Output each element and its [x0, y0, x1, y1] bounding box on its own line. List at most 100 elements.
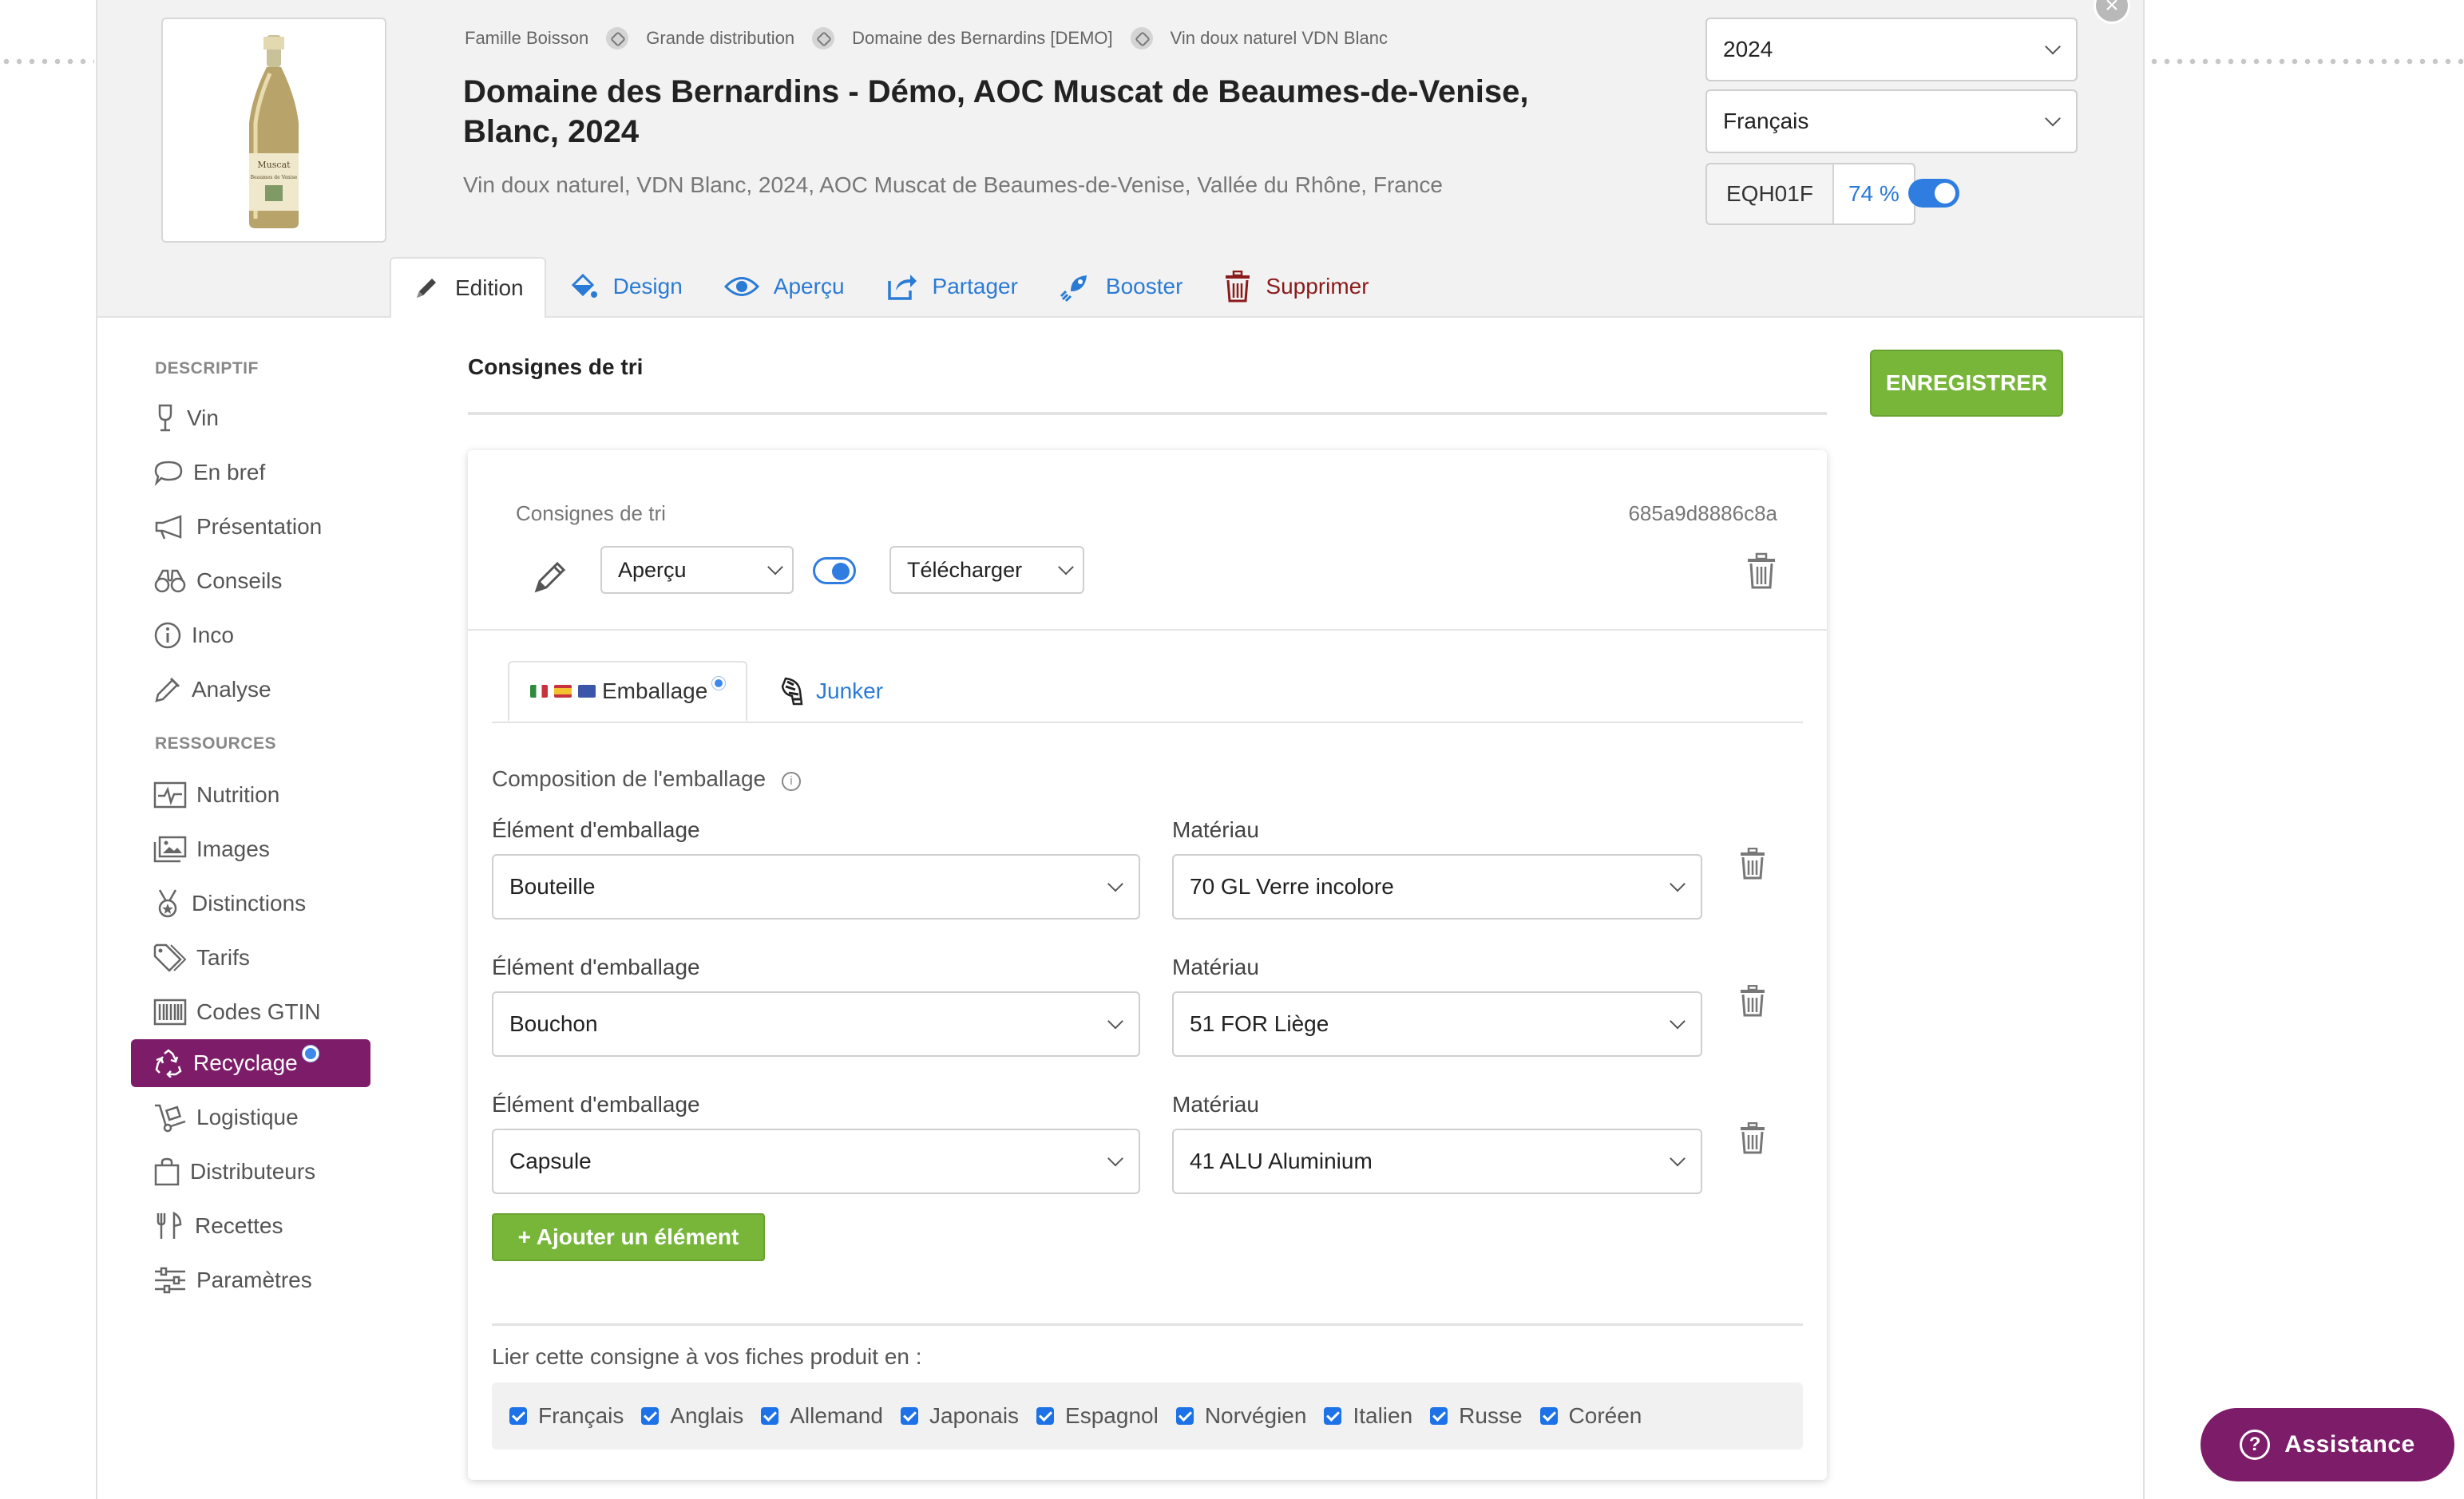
- material-label: Matériau: [1172, 1092, 1259, 1117]
- checkbox-anglais[interactable]: Anglais: [641, 1403, 743, 1429]
- wine-bottle-image: Muscat Beaumes de Venise: [249, 35, 299, 228]
- sidebar-item-presentation[interactable]: Présentation: [131, 503, 370, 551]
- sidebar-item-logistique[interactable]: Logistique: [131, 1094, 370, 1141]
- checkbox-italien[interactable]: Italien: [1324, 1403, 1412, 1429]
- assistance-label: Assistance: [2284, 1431, 2415, 1457]
- sidebar-item-conseils[interactable]: Conseils: [131, 557, 370, 605]
- notification-dot: [302, 1046, 319, 1062]
- sidebar-group-ressources: RESSOURCES: [155, 734, 277, 753]
- sidebar-item-en-bref[interactable]: En bref: [131, 449, 370, 496]
- publish-toggle[interactable]: [1908, 179, 1959, 208]
- element-select-value: Bouchon: [509, 1011, 598, 1036]
- chevron-down-icon: [2045, 38, 2061, 55]
- checkbox-coreen[interactable]: Coréen: [1539, 1403, 1642, 1429]
- close-button[interactable]: ×: [2094, 0, 2130, 24]
- element-select[interactable]: Capsule: [492, 1129, 1140, 1194]
- sidebar-item-label: Logistique: [196, 1105, 299, 1129]
- breadcrumb-item[interactable]: Grande distribution: [646, 28, 794, 49]
- sidebar-item-label: Codes GTIN: [196, 999, 321, 1024]
- tab-partager[interactable]: Partager: [866, 257, 1039, 316]
- chevron-down-icon: [767, 559, 783, 575]
- packaging-tabs: Emballage Junker: [492, 661, 1803, 723]
- link-icon: [812, 27, 835, 49]
- language-select[interactable]: Français: [1705, 89, 2078, 153]
- checkbox-norvegien[interactable]: Norvégien: [1175, 1403, 1306, 1429]
- recycle-icon: [155, 1049, 182, 1078]
- checkbox-checked[interactable]: [1175, 1407, 1194, 1425]
- tab-label: Supprimer: [1266, 274, 1369, 299]
- save-button[interactable]: ENREGISTRER: [1870, 350, 2063, 417]
- tab-junker[interactable]: Junker: [757, 661, 904, 722]
- material-select[interactable]: 41 ALU Aluminium: [1172, 1129, 1702, 1194]
- checkbox-checked[interactable]: [641, 1407, 660, 1425]
- trash-icon: [1226, 271, 1250, 303]
- trash-icon[interactable]: [1739, 848, 1766, 880]
- pencil-icon[interactable]: [532, 557, 570, 595]
- tab-supprimer[interactable]: Supprimer: [1203, 257, 1389, 316]
- sidebar-item-distributeurs[interactable]: Distributeurs: [131, 1148, 370, 1196]
- element-select[interactable]: Bouchon: [492, 991, 1140, 1057]
- year-select-value: 2024: [1723, 37, 1773, 61]
- checkbox-checked[interactable]: [1324, 1407, 1342, 1425]
- breadcrumb: Famille Boisson Grande distribution Doma…: [465, 27, 1388, 49]
- download-select[interactable]: Télécharger: [889, 546, 1084, 594]
- checkbox-espagnol[interactable]: Espagnol: [1036, 1403, 1159, 1429]
- breadcrumb-item[interactable]: Famille Boisson: [465, 28, 588, 49]
- checkbox-checked[interactable]: [509, 1407, 527, 1425]
- checkbox-checked[interactable]: [1036, 1407, 1055, 1425]
- language-select-value: Français: [1723, 109, 1809, 133]
- material-select[interactable]: 70 GL Verre incolore: [1172, 854, 1702, 920]
- tab-label: Design: [612, 274, 683, 299]
- sidebar-item-nutrition[interactable]: Nutrition: [131, 771, 370, 819]
- assistance-button[interactable]: ? Assistance: [2201, 1408, 2454, 1481]
- tab-booster[interactable]: Booster: [1039, 257, 1204, 316]
- material-select[interactable]: 51 FOR Liège: [1172, 991, 1702, 1057]
- sidebar-item-recettes[interactable]: Recettes: [131, 1202, 370, 1250]
- material-select-value: 41 ALU Aluminium: [1190, 1149, 1373, 1173]
- sidebar-item-label: Recyclage: [193, 1050, 298, 1075]
- checkbox-russe[interactable]: Russe: [1430, 1403, 1523, 1429]
- sidebar-item-recyclage[interactable]: Recyclage: [131, 1039, 370, 1087]
- checkbox-allemand[interactable]: Allemand: [761, 1403, 883, 1429]
- add-element-button[interactable]: + Ajouter un élément: [492, 1213, 765, 1261]
- chevron-down-icon: [1670, 876, 1686, 892]
- main-tabs: Edition Design Aperçu Partager Booster S…: [390, 257, 1390, 318]
- tab-emballage[interactable]: Emballage: [508, 661, 748, 722]
- tab-design[interactable]: Design: [546, 257, 703, 316]
- checkbox-label: Coréen: [1568, 1403, 1642, 1428]
- product-title: Domaine des Bernardins - Démo, AOC Musca…: [463, 74, 1529, 149]
- question-circle-icon: ?: [2240, 1430, 2271, 1460]
- sidebar-item-images[interactable]: Images: [131, 825, 370, 873]
- product-subtitle: Vin doux naturel, VDN Blanc, 2024, AOC M…: [463, 172, 1443, 197]
- sidebar-item-inco[interactable]: Inco: [131, 611, 370, 659]
- tab-apercu[interactable]: Aperçu: [703, 257, 866, 316]
- trash-icon[interactable]: [1739, 985, 1766, 1017]
- trash-icon[interactable]: [1739, 1122, 1766, 1154]
- checkbox-francais[interactable]: Français: [509, 1403, 624, 1429]
- checkbox-checked[interactable]: [1430, 1407, 1448, 1425]
- breadcrumb-item[interactable]: Domaine des Bernardins [DEMO]: [852, 28, 1112, 49]
- sidebar-item-codes-gtin[interactable]: Codes GTIN: [131, 988, 370, 1036]
- sidebar-item-vin[interactable]: Vin: [131, 394, 370, 442]
- sidebar-item-analyse[interactable]: Analyse: [131, 666, 370, 714]
- sidebar-item-label: Nutrition: [196, 782, 280, 807]
- breadcrumb-item[interactable]: Vin doux naturel VDN Blanc: [1171, 28, 1388, 49]
- tab-edition[interactable]: Edition: [390, 257, 546, 318]
- checkbox-checked[interactable]: [900, 1407, 918, 1425]
- sidebar-item-label: Analyse: [192, 677, 271, 702]
- product-code: EQH01F: [1707, 164, 1834, 223]
- sidebar-item-parametres[interactable]: Paramètres: [131, 1256, 370, 1304]
- checkbox-checked[interactable]: [1539, 1407, 1558, 1425]
- element-select[interactable]: Bouteille: [492, 854, 1140, 920]
- element-select-value: Capsule: [509, 1149, 592, 1173]
- sidebar-item-distinctions[interactable]: Distinctions: [131, 880, 370, 927]
- info-icon[interactable]: i: [781, 772, 801, 791]
- info-circle-icon: [154, 622, 181, 649]
- trash-icon[interactable]: [1745, 552, 1777, 591]
- mode-select[interactable]: Aperçu: [600, 546, 794, 594]
- sidebar-item-tarifs[interactable]: Tarifs: [131, 934, 370, 982]
- checkbox-checked[interactable]: [761, 1407, 779, 1425]
- checkbox-japonais[interactable]: Japonais: [900, 1403, 1019, 1429]
- preview-toggle[interactable]: [813, 557, 856, 584]
- year-select[interactable]: 2024: [1705, 18, 2078, 81]
